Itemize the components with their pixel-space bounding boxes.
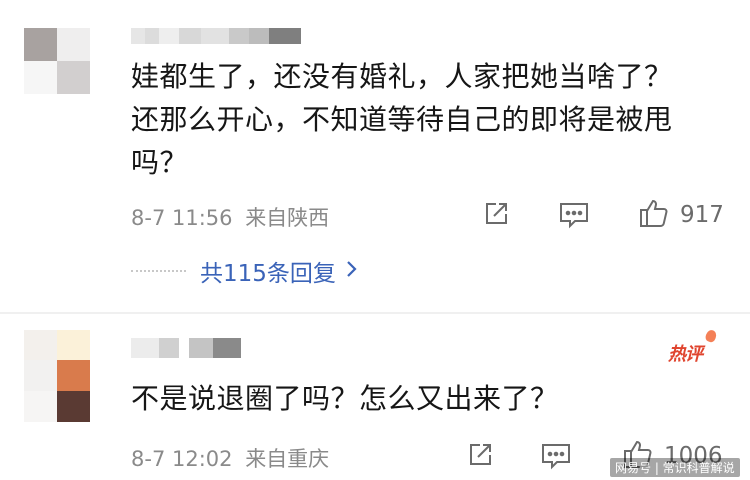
avatar[interactable] [24, 330, 90, 422]
comment-item: 热评 不是说退圈了吗？怎么又出来了？ 8-7 12:02 来自重庆 1006 [0, 0, 750, 480]
watermark: 网易号 | 常识科普解说 [610, 458, 740, 477]
comment-date: 8-7 12:02 [131, 447, 233, 471]
comment-meta: 8-7 12:02 来自重庆 [131, 443, 329, 473]
comment-location: 来自重庆 [245, 447, 330, 471]
comment-text-line: 不是说退圈了吗？怎么又出来了？ [131, 382, 559, 415]
username-blurred[interactable] [131, 338, 241, 358]
share-icon[interactable] [466, 441, 494, 469]
hot-comment-label: 热评 [668, 344, 703, 365]
flame-icon [704, 328, 718, 344]
hot-comment-badge: 热评 [668, 328, 718, 366]
comment-icon[interactable] [540, 442, 572, 470]
comment-text: 不是说退圈了吗？怎么又出来了？ [131, 377, 559, 420]
